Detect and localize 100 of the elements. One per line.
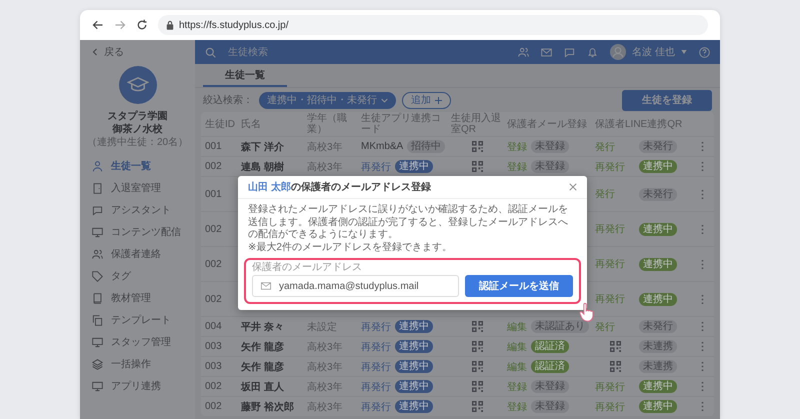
- status-badge: 未発行: [639, 188, 677, 200]
- sidebar-item[interactable]: 保護者連絡: [80, 243, 195, 265]
- column-header: 保護者LINE連携QR: [595, 118, 684, 130]
- user-name[interactable]: 名波 佳也: [632, 45, 675, 59]
- back-link[interactable]: 戻る: [80, 40, 124, 64]
- column-header: 学年（職業）: [307, 113, 348, 135]
- line-issue-link[interactable]: 再発行: [595, 222, 635, 236]
- student-id: 002: [205, 381, 223, 392]
- mail-action-link[interactable]: 登録: [507, 380, 527, 394]
- sidebar-item[interactable]: スタッフ管理: [80, 331, 195, 353]
- dialog-title: 山田 太郎の保護者のメールアドレス登録: [248, 180, 431, 194]
- line-issue-link[interactable]: 再発行: [595, 257, 635, 271]
- status-badge: 未登録: [531, 160, 569, 173]
- status-badge: 連携中: [639, 380, 677, 393]
- mail-action-link[interactable]: 登録: [507, 140, 527, 154]
- search-field[interactable]: 生徒検索: [228, 46, 506, 58]
- reissue-link[interactable]: 再発行: [361, 380, 391, 394]
- status-badge: 連携中: [395, 160, 433, 173]
- email-field[interactable]: yamada.mama@studyplus.mail: [252, 275, 459, 297]
- student-id: 002: [205, 401, 223, 412]
- url-text: https://fs.studyplus.co.jp/: [179, 20, 288, 30]
- student-id: 002: [205, 294, 223, 304]
- app-code: MKmb&A: [361, 141, 404, 152]
- student-id: 001: [205, 141, 223, 152]
- line-issue-link[interactable]: 再発行: [595, 160, 635, 174]
- grade-text: 高校3年: [307, 340, 343, 354]
- status-badge: 未連携: [639, 340, 677, 353]
- grade-text: 高校3年: [307, 400, 343, 414]
- mail-action-link[interactable]: 登録: [507, 400, 527, 414]
- mail-action-link[interactable]: 編集: [507, 320, 527, 334]
- student-name[interactable]: 平井 奈々: [241, 320, 284, 334]
- mail-action-link[interactable]: 編集: [507, 360, 527, 374]
- reissue-link[interactable]: 再発行: [361, 360, 391, 374]
- status-badge: 招待中: [407, 140, 446, 153]
- student-name[interactable]: 矢作 龍彦: [241, 360, 284, 374]
- grade-text: 高校3年: [307, 140, 343, 154]
- sidebar-item[interactable]: 教材管理: [80, 287, 195, 309]
- reissue-link[interactable]: 再発行: [361, 160, 391, 174]
- register-student-button[interactable]: 生徒を登録: [622, 90, 712, 110]
- student-name[interactable]: 連島 朝樹: [241, 160, 284, 174]
- status-badge: 未登録: [531, 140, 569, 153]
- grade-text: 未設定: [307, 320, 337, 334]
- status-badge: 未認証あり: [531, 320, 589, 333]
- student-id: 002: [205, 161, 223, 172]
- status-badge: 連携中: [395, 320, 433, 333]
- grade-text: 高校3年: [307, 380, 343, 394]
- sidebar-item[interactable]: アシスタント: [80, 199, 195, 221]
- school-name: スタプラ学園: [108, 110, 168, 123]
- address-bar[interactable]: https://fs.studyplus.co.jp/: [158, 15, 708, 35]
- dialog-note: ※最大2件のメールアドレスを登録できます。: [248, 242, 453, 254]
- back-label: 戻る: [104, 46, 124, 59]
- status-badge: 未発行: [639, 320, 677, 333]
- line-issue-link[interactable]: 発行: [595, 320, 635, 334]
- status-badge: 未発行: [639, 140, 677, 153]
- status-badge: 連携中: [639, 292, 677, 306]
- sidebar-item[interactable]: テンプレート: [80, 309, 195, 331]
- student-id: 004: [205, 321, 223, 332]
- status-badge: 認証済: [531, 340, 569, 353]
- student-id: 002: [205, 224, 223, 234]
- student-name[interactable]: 藤野 裕次郎: [241, 400, 294, 414]
- status-badge: 連携中: [395, 360, 433, 373]
- add-filter-button[interactable]: 追加: [402, 92, 451, 108]
- status-badge: 連携中: [639, 222, 677, 236]
- status-badge: 連携中: [639, 258, 677, 270]
- line-issue-link[interactable]: 再発行: [595, 400, 635, 414]
- status-badge: 連携中: [395, 400, 433, 413]
- grade-text: 高校3年: [307, 160, 343, 174]
- mail-action-link[interactable]: 編集: [507, 340, 527, 354]
- member-count: （連携中生徒：20名）: [86, 136, 188, 149]
- student-name[interactable]: 坂田 直人: [241, 380, 284, 394]
- filter-label: 絞込検索：: [203, 94, 253, 107]
- reissue-link[interactable]: 再発行: [361, 400, 391, 414]
- student-id: 002: [205, 258, 223, 270]
- sidebar-item[interactable]: コンテンツ配信: [80, 221, 195, 243]
- line-issue-link[interactable]: 再発行: [595, 292, 635, 306]
- student-name[interactable]: 矢作 龍彦: [241, 340, 284, 354]
- student-id: 003: [205, 361, 223, 372]
- send-verification-button[interactable]: 認証メールを送信: [465, 275, 573, 297]
- sidebar-item[interactable]: アプリ連携: [80, 375, 195, 397]
- status-badge: 未連携: [639, 360, 677, 373]
- sidebar-item[interactable]: タグ: [80, 265, 195, 287]
- filter-chip[interactable]: 連携中・招待中・未発行: [259, 92, 396, 108]
- campus-name: 御茶ノ水校: [112, 123, 162, 136]
- student-id: 001: [205, 188, 223, 200]
- sidebar-item[interactable]: 生徒一覧: [80, 155, 195, 177]
- sidebar-item[interactable]: 一括操作: [80, 353, 195, 375]
- line-issue-link[interactable]: 発行: [595, 187, 635, 201]
- status-badge: 連携中: [639, 400, 677, 413]
- student-name[interactable]: 森下 洋介: [241, 140, 284, 154]
- column-header: 生徒ID: [205, 118, 236, 130]
- reissue-link[interactable]: 再発行: [361, 320, 391, 334]
- status-badge: 連携中: [395, 340, 433, 353]
- grade-text: 高校3年: [307, 360, 343, 374]
- sidebar-item[interactable]: 入退室管理: [80, 177, 195, 199]
- line-issue-link[interactable]: 発行: [595, 140, 635, 154]
- reissue-link[interactable]: 再発行: [361, 340, 391, 354]
- status-badge: 認証済: [531, 360, 569, 373]
- line-issue-link[interactable]: 再発行: [595, 380, 635, 394]
- mail-action-link[interactable]: 登録: [507, 160, 527, 174]
- tab[interactable]: 生徒一覧: [203, 64, 287, 87]
